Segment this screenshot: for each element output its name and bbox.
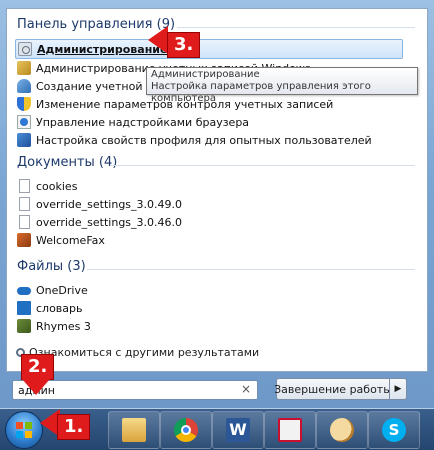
result-item-label: Управление надстройками браузера [36, 115, 250, 129]
result-item-welcomefax[interactable]: WelcomeFax [17, 231, 105, 249]
paint-icon [330, 418, 354, 442]
taskbar-explorer-button[interactable] [108, 411, 160, 449]
fax-icon [17, 233, 31, 247]
package-icon [17, 319, 31, 333]
document-icon [19, 215, 30, 229]
shutdown-options-button[interactable]: ▶ [389, 378, 407, 400]
annotation-step-3: 3. [168, 33, 200, 57]
taskbar-word-button[interactable]: W [212, 411, 264, 449]
result-item-override-46[interactable]: override_settings_3.0.46.0 [17, 213, 182, 231]
taskbar-chrome-button[interactable] [160, 411, 212, 449]
result-item-rhymes[interactable]: Rhymes 3 [17, 317, 91, 335]
skype-icon: S [382, 418, 406, 442]
annotation-arrow-2 [22, 379, 50, 395]
onedrive-icon [17, 287, 31, 295]
chrome-icon [174, 418, 198, 442]
group-divider [177, 27, 415, 28]
tooltip-title: Администрирование [151, 69, 260, 80]
result-item-label: словарь [36, 301, 83, 315]
clear-search-icon[interactable]: × [241, 382, 251, 396]
result-item-override-49[interactable]: override_settings_3.0.49.0 [17, 195, 182, 213]
result-item-onedrive[interactable]: OneDrive [17, 281, 88, 299]
document-icon [19, 197, 30, 211]
document-icon [19, 179, 30, 193]
result-item-label: OneDrive [36, 283, 88, 297]
word-icon: W [226, 418, 250, 442]
result-item-label: Rhymes 3 [36, 319, 91, 333]
result-item-dictionary[interactable]: словарь [17, 299, 83, 317]
result-item-browser-addons[interactable]: Управление надстройками браузера [17, 113, 249, 131]
group-divider [111, 165, 415, 166]
result-item-administration[interactable]: Администрирование [15, 39, 403, 59]
annotation-step-1: 1. [58, 415, 90, 439]
shutdown-button[interactable]: Завершение работы [274, 378, 392, 400]
result-item-label: WelcomeFax [36, 233, 105, 247]
acrobat-icon [278, 418, 302, 442]
group-title-documents[interactable]: Документы (4) [17, 155, 117, 170]
result-item-label: cookies [36, 179, 78, 193]
taskbar-paint-button[interactable] [316, 411, 368, 449]
tooltip-text: Настройка параметров управления этого ко… [151, 81, 371, 104]
annotation-step-2: 2. [22, 355, 54, 379]
annotation-arrow-1 [40, 409, 60, 437]
more-results-label: Ознакомиться с другими результатами [29, 346, 260, 359]
taskbar-skype-button[interactable]: S [368, 411, 420, 449]
create-account-icon [17, 79, 31, 93]
result-item-label: Настройка свойств профиля для опытных по… [36, 133, 372, 147]
annotation-arrow-3 [148, 26, 168, 54]
result-item-cookies[interactable]: cookies [17, 177, 77, 195]
group-title-files[interactable]: Файлы (3) [17, 259, 86, 274]
user-accounts-icon [17, 61, 31, 75]
windows-logo-icon [16, 422, 32, 438]
group-divider [87, 269, 415, 270]
admin-tools-icon [18, 42, 32, 56]
taskbar-acrobat-button[interactable] [264, 411, 316, 449]
windows-explorer-icon [122, 418, 146, 442]
browser-addons-icon [17, 115, 31, 129]
start-menu: Панель управления (9) Администрирование … [0, 0, 434, 408]
search-results-panel: Панель управления (9) Администрирование … [6, 8, 428, 372]
dictionary-icon [17, 301, 31, 315]
tooltip: Администрирование Настройка параметров у… [146, 67, 418, 104]
result-item-profile-settings[interactable]: Настройка свойств профиля для опытных по… [17, 131, 372, 149]
start-button[interactable] [5, 411, 43, 449]
result-item-label: override_settings_3.0.49.0 [36, 197, 183, 211]
uac-shield-icon [17, 97, 31, 111]
system-icon [17, 133, 31, 147]
result-item-label: override_settings_3.0.46.0 [36, 215, 183, 229]
